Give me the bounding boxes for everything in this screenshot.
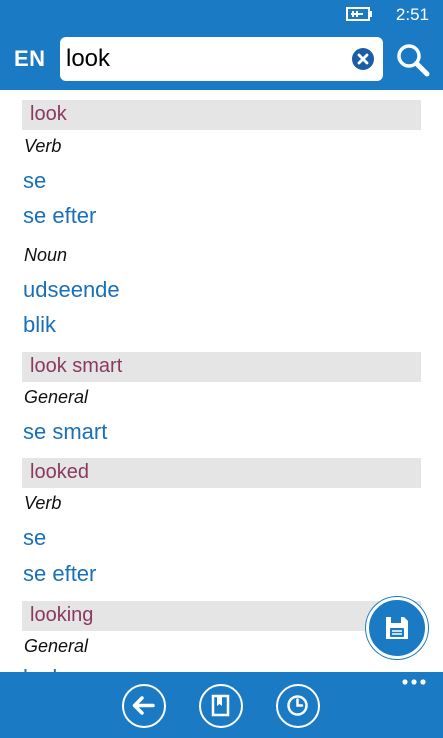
part-of-speech: Noun [24, 245, 68, 265]
back-arrow-icon [132, 696, 155, 715]
clock-icon [287, 695, 308, 716]
language-switch[interactable]: EN [14, 46, 46, 72]
translation[interactable]: se [23, 525, 46, 551]
save-icon [386, 617, 408, 639]
translation[interactable]: look [23, 665, 63, 672]
status-bar: 2:51 [0, 0, 443, 30]
app-bar [0, 672, 443, 738]
search-icon[interactable] [393, 40, 433, 80]
search-header: EN [0, 30, 443, 90]
translation[interactable]: se smart [23, 419, 107, 445]
results-list: look Verb se se efter Noun udseende blik… [0, 90, 443, 672]
part-of-speech: General [24, 636, 89, 656]
part-of-speech: General [24, 387, 89, 407]
history-button[interactable] [276, 684, 320, 728]
clear-icon[interactable] [352, 48, 374, 70]
clock-time: 2:51 [395, 5, 429, 24]
save-button[interactable] [366, 597, 428, 659]
result-term[interactable]: looking [22, 601, 421, 631]
translation[interactable]: se [23, 168, 46, 194]
part-of-speech: Verb [24, 493, 62, 513]
result-term[interactable]: look [22, 100, 421, 130]
translation[interactable]: udseende [23, 277, 120, 303]
battery-charging-icon [346, 7, 372, 21]
translation[interactable]: se efter [23, 203, 96, 229]
more-icon[interactable] [401, 678, 427, 686]
back-button[interactable] [122, 684, 166, 728]
flashcards-button[interactable] [199, 684, 243, 728]
translation[interactable]: se efter [23, 561, 96, 587]
search-input[interactable] [66, 41, 346, 77]
result-term[interactable]: looked [22, 458, 421, 488]
result-term[interactable]: look smart [22, 352, 421, 382]
search-box [60, 37, 383, 81]
part-of-speech: Verb [24, 136, 62, 156]
book-icon [211, 694, 230, 717]
translation[interactable]: blik [23, 312, 56, 338]
